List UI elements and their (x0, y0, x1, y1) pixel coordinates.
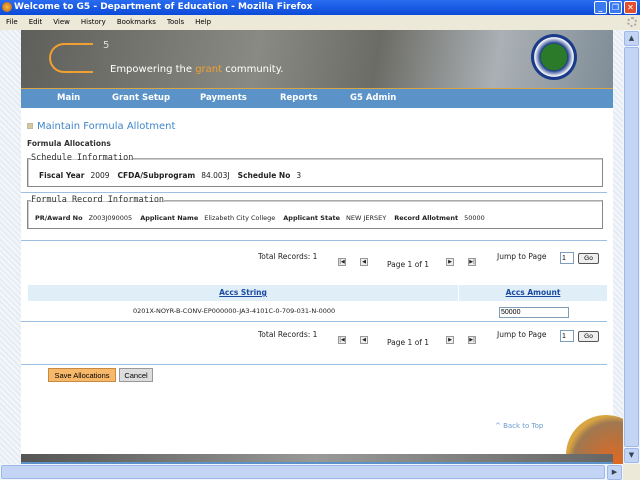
nav-payments[interactable]: Payments (200, 93, 247, 103)
g5-logo (49, 43, 93, 73)
go-button[interactable]: Go (578, 253, 599, 264)
horizontal-scroll-thumb[interactable] (1, 465, 605, 479)
section-subtitle: Formula Allocations (27, 139, 111, 148)
record-row: PR/Award No Z003J090005 Applicant Name Eliz… (35, 214, 485, 222)
divider (21, 240, 607, 241)
back-to-top-link[interactable]: ^ Back to Top (495, 422, 543, 430)
save-allocations-button[interactable]: Save Allocations (48, 368, 116, 382)
main-nav: Main Grant Setup Payments Reports G5 Adm… (21, 88, 613, 108)
menu-history[interactable]: History (81, 18, 106, 26)
bullet-icon (27, 123, 33, 129)
maximize-button[interactable]: ❐ (609, 1, 622, 14)
scroll-up-icon[interactable]: ▲ (624, 31, 639, 46)
throbber-icon (627, 17, 637, 27)
schedule-row: Fiscal Year 2009 CFDA/Subprogram 84.003J Sch… (39, 171, 302, 180)
last-page-icon[interactable]: ▶| (468, 336, 476, 344)
prev-page-icon[interactable]: ◀ (360, 258, 368, 266)
pager-top: Total Records: 1 |◀ ◀ Page 1 of 1 ▶ ▶| J… (21, 252, 613, 276)
first-page-icon[interactable]: |◀ (338, 336, 346, 344)
divider (21, 321, 607, 322)
pager-bottom: Total Records: 1 |◀ ◀ Page 1 of 1 ▶ ▶| J… (21, 330, 613, 354)
banner: 5 Empowering the grant community. (21, 30, 613, 88)
department-seal-logo (531, 34, 577, 80)
next-page-icon[interactable]: ▶ (446, 336, 454, 344)
divider (21, 192, 607, 193)
go-button[interactable]: Go (578, 331, 599, 342)
cancel-button[interactable]: Cancel (119, 368, 153, 382)
vertical-scroll-thumb[interactable] (624, 47, 639, 447)
formula-record-information: Formula Record Information (27, 195, 603, 229)
menu-bookmarks[interactable]: Bookmarks (117, 18, 156, 26)
menu-tools[interactable]: Tools (167, 18, 184, 26)
g5-logo-sup: 5 (103, 40, 110, 51)
window-title-bar: Welcome to G5 - Department of Education … (0, 0, 640, 15)
nav-main[interactable]: Main (57, 93, 80, 103)
menu-file[interactable]: File (6, 18, 18, 26)
firefox-icon (2, 2, 12, 12)
divider (21, 364, 607, 365)
minimize-button[interactable]: _ (594, 1, 607, 14)
vertical-scrollbar[interactable]: ▲ ▼ (623, 30, 640, 464)
window-title: Welcome to G5 - Department of Education … (14, 2, 313, 12)
tagline: Empowering the grant community. (110, 64, 284, 75)
page: 5 Empowering the grant community. Main G… (21, 30, 623, 464)
browser-viewport: 5 Empowering the grant community. Main G… (0, 30, 623, 464)
first-page-icon[interactable]: |◀ (338, 258, 346, 266)
menu-help[interactable]: Help (195, 18, 211, 26)
footer-bar (21, 454, 613, 464)
page-title: Maintain Formula Allotment (27, 121, 175, 132)
menu-view[interactable]: View (53, 18, 70, 26)
header-accs-amount: Accs Amount (459, 285, 607, 301)
menu-bar: File Edit View History Bookmarks Tools Help (0, 15, 640, 30)
jump-page-input[interactable] (560, 330, 574, 342)
jump-page-input[interactable] (560, 252, 574, 264)
next-page-icon[interactable]: ▶ (446, 258, 454, 266)
accs-amount-input[interactable] (499, 307, 569, 318)
header-accs-string: Accs String (28, 285, 458, 301)
nav-grant-setup[interactable]: Grant Setup (112, 93, 170, 103)
accs-string-cell: 0201X-NOYR-B-CONV-EP000000-JA3-4101C-0-7… (133, 307, 336, 315)
last-page-icon[interactable]: ▶| (468, 258, 476, 266)
nav-g5-admin[interactable]: G5 Admin (350, 93, 396, 103)
horizontal-scrollbar[interactable]: ▶ (0, 464, 623, 480)
scroll-down-icon[interactable]: ▼ (624, 448, 639, 463)
schedule-information: Schedule Information (27, 153, 603, 187)
scroll-right-icon[interactable]: ▶ (607, 465, 622, 480)
nav-reports[interactable]: Reports (280, 93, 318, 103)
close-button[interactable]: ✕ (624, 1, 637, 14)
menu-edit[interactable]: Edit (29, 18, 43, 26)
prev-page-icon[interactable]: ◀ (360, 336, 368, 344)
